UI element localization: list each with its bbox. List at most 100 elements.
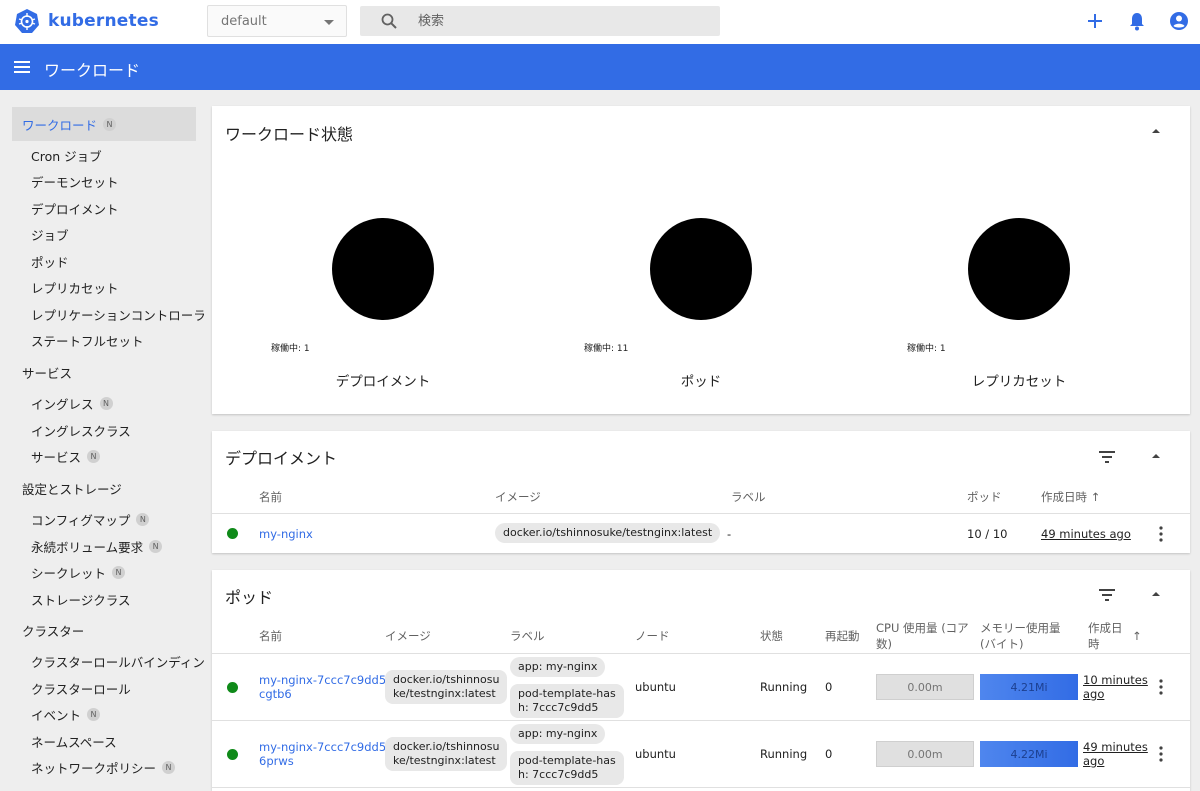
sidebar-item-replicationcontrollers[interactable]: レプリケーションコントローラー: [12, 301, 204, 327]
namespaced-badge: N: [103, 117, 117, 131]
sidebar-item-label: コンフィグマップ: [31, 512, 131, 528]
created-line1: 49 minutes: [1083, 740, 1148, 754]
sidebar-item-pvcs[interactable]: 永続ボリューム要求 N: [12, 533, 196, 559]
sidebar-item-secrets[interactable]: シークレット N: [12, 559, 196, 585]
sidebar-item-replicasets[interactable]: レプリカセット: [12, 274, 196, 300]
column-header-labels: ラベル: [731, 490, 766, 504]
sidebar-item-cluster-group[interactable]: クラスター: [12, 613, 196, 647]
column-header-created[interactable]: 作成日時 ↑: [1041, 489, 1100, 505]
more-actions-icon[interactable]: [1159, 679, 1163, 695]
namespaced-badge: N: [112, 565, 126, 579]
menu-icon[interactable]: [12, 57, 32, 77]
sidebar-item-ingresses[interactable]: イングレス N: [12, 390, 196, 416]
search-input[interactable]: [418, 6, 708, 36]
deployment-name-link[interactable]: my-nginx: [259, 527, 313, 541]
account-icon[interactable]: [1168, 10, 1190, 32]
sidebar-item-jobs[interactable]: ジョブ: [12, 221, 196, 247]
more-actions-icon[interactable]: [1159, 746, 1163, 762]
kubernetes-wheel-icon: [15, 9, 39, 33]
cpu-usage-bar: 0.00m: [876, 741, 974, 767]
sidebar-item-deployments[interactable]: デプロイメント: [12, 195, 196, 221]
sidebar-item-label: ジョブ: [31, 227, 69, 243]
sidebar-item-pods[interactable]: ポッド: [12, 248, 196, 274]
deployments-running-caption: 稼働中: 1: [271, 344, 310, 354]
sidebar-item-clusterroles[interactable]: クラスターロール: [12, 675, 196, 701]
sidebar-item-workloads[interactable]: ワークロード N: [12, 107, 196, 141]
cpu-usage-value: 0.00m: [907, 680, 943, 694]
sidebar-item-ingressclasses[interactable]: イングレスクラス: [12, 417, 196, 443]
pod-name-link[interactable]: my-nginx-7ccc7c9dd5- 6prws: [259, 740, 390, 768]
search-icon: [381, 13, 397, 29]
page-toolbar: ワークロード: [0, 44, 1200, 90]
sidebar-item-services-group[interactable]: サービス: [12, 355, 196, 389]
sidebar-item-networkpolicies[interactable]: ネットワークポリシー N: [12, 754, 196, 780]
sidebar-item-config-group[interactable]: 設定とストレージ: [12, 471, 196, 505]
sidebar-item-label: ワークロード: [22, 117, 98, 133]
sidebar-item-namespaces[interactable]: ネームスペース: [12, 728, 196, 754]
column-header-pods: ポッド: [967, 490, 1002, 504]
deployments-card: デプロイメント 名前 イメージ ラベル ポッド 作成日時 ↑ my-nginx …: [212, 431, 1190, 553]
memory-usage-bar: 4.21Mi: [980, 674, 1078, 700]
sidebar-item-label: イベント: [31, 707, 82, 723]
column-header-created[interactable]: 作成日時: [1088, 620, 1123, 652]
sidebar-item-events[interactable]: イベント N: [12, 701, 196, 727]
sidebar-item-label: Cron ジョブ: [31, 148, 102, 164]
sidebar-item-label: クラスターロールバインディング: [31, 654, 204, 670]
sidebar-item-services[interactable]: サービス N: [12, 443, 196, 469]
sidebar-item-label: 設定とストレージ: [22, 481, 122, 497]
label-chip: pod-template-has h: 7ccc7c9dd5: [510, 684, 624, 718]
column-header-name[interactable]: 名前: [259, 628, 282, 644]
sidebar-item-label: ストレージクラス: [31, 592, 131, 608]
collapse-icon[interactable]: [1149, 587, 1163, 601]
created-line1: 10 minutes: [1083, 673, 1148, 687]
more-actions-icon[interactable]: [1159, 526, 1163, 542]
namespaced-badge: N: [99, 396, 113, 410]
memory-header-line2: (バイト): [980, 637, 1024, 651]
running-status-icon: [227, 682, 238, 693]
filter-icon[interactable]: [1098, 588, 1116, 602]
sidebar-item-clusterrolebindings[interactable]: クラスターロールバインディング: [12, 648, 204, 674]
collapse-icon[interactable]: [1149, 449, 1163, 463]
kubernetes-logo[interactable]: kubernetes: [14, 8, 159, 34]
status-cell: Running: [760, 747, 808, 761]
dropdown-caret-icon: [324, 20, 334, 25]
image-chip: docker.io/tshinnosuke/testnginx:latest: [385, 670, 508, 704]
labels-cell: -: [727, 527, 732, 541]
node-cell: ubuntu: [635, 747, 676, 761]
sidebar-item-statefulsets[interactable]: ステートフルセット: [12, 327, 196, 353]
replicasets-running-caption: 稼働中: 1: [907, 344, 946, 354]
image-line2: ke/testnginx:latest: [393, 754, 496, 767]
card-title: ポッド: [225, 588, 274, 607]
sidebar-item-storageclasses[interactable]: ストレージクラス: [12, 586, 196, 612]
pod-name-line2: cgtb6: [259, 687, 292, 701]
replicasets-status-chart: [968, 218, 1070, 320]
divider: [212, 787, 1190, 788]
created-time: 10 minutes ago: [1083, 673, 1148, 701]
sidebar-item-label: サービス: [31, 449, 82, 465]
pods-card: ポッド 名前 イメージ ラベル ノード 状態 再起動 CPU 使用量 (コア 数)…: [212, 570, 1190, 791]
sidebar-item-configmaps[interactable]: コンフィグマップ N: [12, 506, 196, 532]
sidebar-item-cronjobs[interactable]: Cron ジョブ: [12, 142, 196, 168]
column-header-label: 作成日時: [1041, 490, 1087, 504]
column-header-labels: ラベル: [510, 629, 545, 643]
namespace-value: default: [221, 13, 267, 29]
collapse-icon[interactable]: [1149, 124, 1163, 138]
sort-arrow-up-icon[interactable]: ↑: [1132, 628, 1142, 644]
deployments-chart-label: デプロイメント: [335, 374, 431, 390]
namespace-select[interactable]: default: [207, 5, 347, 37]
sidebar-item-daemonsets[interactable]: デーモンセット: [12, 168, 196, 194]
pod-name-link[interactable]: my-nginx-7ccc7c9dd5- cgtb6: [259, 673, 390, 701]
cpu-usage-value: 0.00m: [907, 747, 943, 761]
pod-name-line1: my-nginx-7ccc7c9dd5-: [259, 740, 391, 754]
pod-name-line1: my-nginx-7ccc7c9dd5-: [259, 673, 391, 687]
pods-status-chart: [650, 218, 752, 320]
column-header-name[interactable]: 名前: [259, 489, 282, 505]
filter-icon[interactable]: [1098, 450, 1116, 464]
notifications-bell-icon[interactable]: [1126, 10, 1148, 32]
replicasets-chart-label: レプリカセット: [971, 374, 1067, 390]
namespaced-badge: N: [149, 539, 163, 553]
divider: [212, 720, 1190, 721]
sidebar-nav: ワークロード N Cron ジョブ デーモンセット デプロイメント ジョブ ポッ…: [0, 90, 204, 791]
add-icon[interactable]: [1084, 10, 1106, 32]
created-header-line1: 作成日: [1088, 621, 1123, 635]
